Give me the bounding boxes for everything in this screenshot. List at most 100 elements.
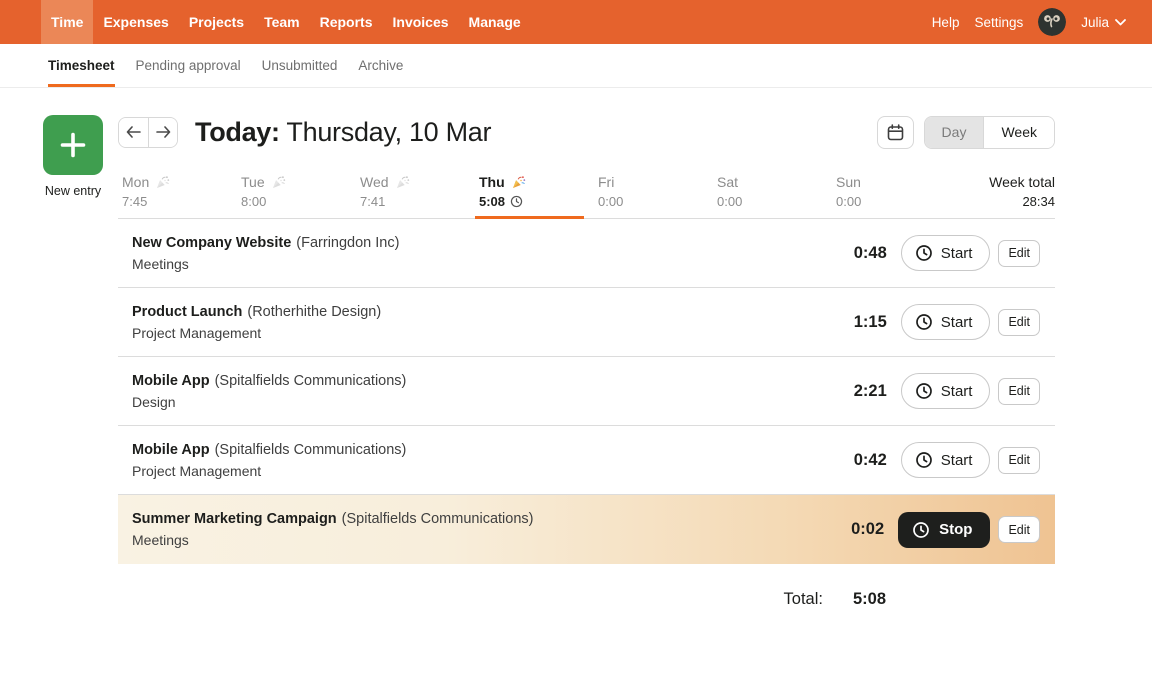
entry-task: Project Management — [132, 325, 381, 341]
nav-item-team[interactable]: Team — [254, 0, 310, 44]
entry-client: (Spitalfields Communications) — [215, 442, 407, 458]
entry-task: Meetings — [132, 532, 533, 548]
nav-item-projects[interactable]: Projects — [179, 0, 254, 44]
new-entry: New entry — [43, 115, 103, 198]
day-tab-wed[interactable]: Wed 7:41 — [356, 174, 475, 218]
week-strip: Mon 7:45 Tue 8:00 Wed 7:41 Thu 5:08 Fri … — [118, 169, 1055, 219]
entry-project: Product Launch — [132, 304, 242, 320]
tab-pending-approval[interactable]: Pending approval — [136, 44, 241, 87]
timesheet-tab-bar: Timesheet Pending approval Unsubmitted A… — [0, 44, 1152, 88]
start-timer-button[interactable]: Start — [901, 304, 991, 340]
user-name: Julia — [1081, 15, 1109, 30]
help-link[interactable]: Help — [932, 15, 960, 30]
stop-timer-button[interactable]: Stop — [898, 512, 990, 548]
party-popper-icon — [395, 175, 410, 190]
start-timer-button[interactable]: Start — [901, 442, 991, 478]
edit-entry-button[interactable]: Edit — [998, 516, 1040, 543]
today-label: Today: — [195, 117, 280, 147]
start-timer-button[interactable]: Start — [901, 373, 991, 409]
edit-entry-button[interactable]: Edit — [998, 378, 1040, 405]
entry-client: (Spitalfields Communications) — [342, 511, 534, 527]
party-popper-icon — [511, 175, 526, 190]
entry-task: Design — [132, 394, 406, 410]
calendar-button[interactable] — [877, 116, 914, 149]
entry-row: New Company Website (Farringdon Inc) Meet… — [118, 219, 1055, 288]
entry-duration: 2:21 — [817, 382, 887, 401]
entry-project: Mobile App — [132, 442, 210, 458]
entry-client: (Farringdon Inc) — [296, 235, 399, 251]
chevron-down-icon — [1115, 19, 1126, 26]
tab-unsubmitted[interactable]: Unsubmitted — [262, 44, 338, 87]
entry-duration: 0:48 — [817, 244, 887, 263]
day-week-toggle: Day Week — [924, 116, 1055, 149]
day-total-label: Total: — [784, 590, 823, 609]
user-avatar[interactable] — [1038, 8, 1066, 36]
new-entry-button[interactable] — [43, 115, 103, 175]
day-tab-fri[interactable]: Fri 0:00 — [594, 174, 713, 218]
top-nav-right: Help Settings Julia — [932, 0, 1126, 44]
entry-row: Mobile App(Spitalfields Communications) … — [118, 426, 1055, 495]
new-entry-label: New entry — [43, 184, 103, 198]
entry-client: (Spitalfields Communications) — [215, 373, 407, 389]
main-nav: Time Expenses Projects Team Reports Invo… — [41, 0, 531, 44]
day-tab-tue[interactable]: Tue 8:00 — [237, 174, 356, 218]
edit-entry-button[interactable]: Edit — [998, 447, 1040, 474]
previous-day-button[interactable] — [119, 118, 148, 147]
entry-duration: 0:02 — [814, 520, 884, 539]
entry-project: New Company Website — [132, 235, 291, 251]
user-menu[interactable]: Julia — [1081, 15, 1126, 30]
day-tab-thu[interactable]: Thu 5:08 — [475, 174, 594, 218]
clock-icon — [510, 195, 523, 208]
nav-item-expenses[interactable]: Expenses — [93, 0, 178, 44]
date-header: Today: Thursday, 10 Mar Day Week — [118, 115, 1055, 149]
day-tab-sat[interactable]: Sat 0:00 — [713, 174, 832, 218]
tab-timesheet[interactable]: Timesheet — [48, 44, 115, 87]
party-popper-icon — [271, 175, 286, 190]
nav-item-invoices[interactable]: Invoices — [383, 0, 459, 44]
nav-item-time[interactable]: Time — [41, 0, 93, 44]
view-controls: Day Week — [877, 116, 1055, 149]
edit-entry-button[interactable]: Edit — [998, 309, 1040, 336]
settings-link[interactable]: Settings — [974, 15, 1023, 30]
clock-icon — [915, 382, 933, 400]
entry-row-running: Summer Marketing Campaign (Spitalfields C… — [118, 495, 1055, 564]
day-total-value: 5:08 — [853, 590, 886, 609]
avatar-icon — [1038, 8, 1066, 36]
entry-task: Meetings — [132, 256, 399, 272]
clock-icon — [912, 521, 930, 539]
entry-project: Mobile App — [132, 373, 210, 389]
entry-row: Mobile App(Spitalfields Communications) … — [118, 357, 1055, 426]
nav-item-manage[interactable]: Manage — [459, 0, 531, 44]
main-content: New entry Today: Thursday, 10 Mar — [0, 88, 1152, 609]
timesheet-panel: Today: Thursday, 10 Mar Day Week Mon — [118, 88, 1055, 609]
entry-row: Product Launch (Rotherhithe Design) Proje… — [118, 288, 1055, 357]
day-tab-sun[interactable]: Sun 0:00 — [832, 174, 951, 218]
week-total-value: 28:34 — [951, 194, 1055, 209]
day-tab-mon[interactable]: Mon 7:45 — [118, 174, 237, 218]
day-total: Total: 5:08 — [118, 590, 1055, 609]
entry-duration: 1:15 — [817, 313, 887, 332]
entry-list: New Company Website (Farringdon Inc) Meet… — [118, 219, 1055, 564]
entry-client: (Rotherhithe Design) — [247, 304, 381, 320]
current-date: Thursday, 10 Mar — [286, 117, 491, 147]
plus-icon — [56, 128, 90, 162]
party-popper-icon — [155, 175, 170, 190]
arrow-left-icon — [126, 126, 141, 138]
week-total: Week total 28:34 — [951, 174, 1055, 218]
page-title: Today: Thursday, 10 Mar — [195, 117, 491, 148]
calendar-icon — [886, 123, 905, 142]
day-view-button[interactable]: Day — [925, 117, 985, 148]
date-nav — [118, 117, 178, 148]
clock-icon — [915, 451, 933, 469]
entry-project: Summer Marketing Campaign — [132, 511, 337, 527]
clock-icon — [915, 244, 933, 262]
next-day-button[interactable] — [148, 118, 177, 147]
entry-duration: 0:42 — [817, 451, 887, 470]
nav-item-reports[interactable]: Reports — [310, 0, 383, 44]
week-view-button[interactable]: Week — [984, 117, 1054, 148]
start-timer-button[interactable]: Start — [901, 235, 991, 271]
tab-archive[interactable]: Archive — [358, 44, 403, 87]
edit-entry-button[interactable]: Edit — [998, 240, 1040, 267]
top-nav: Time Expenses Projects Team Reports Invo… — [0, 0, 1152, 44]
arrow-right-icon — [156, 126, 171, 138]
